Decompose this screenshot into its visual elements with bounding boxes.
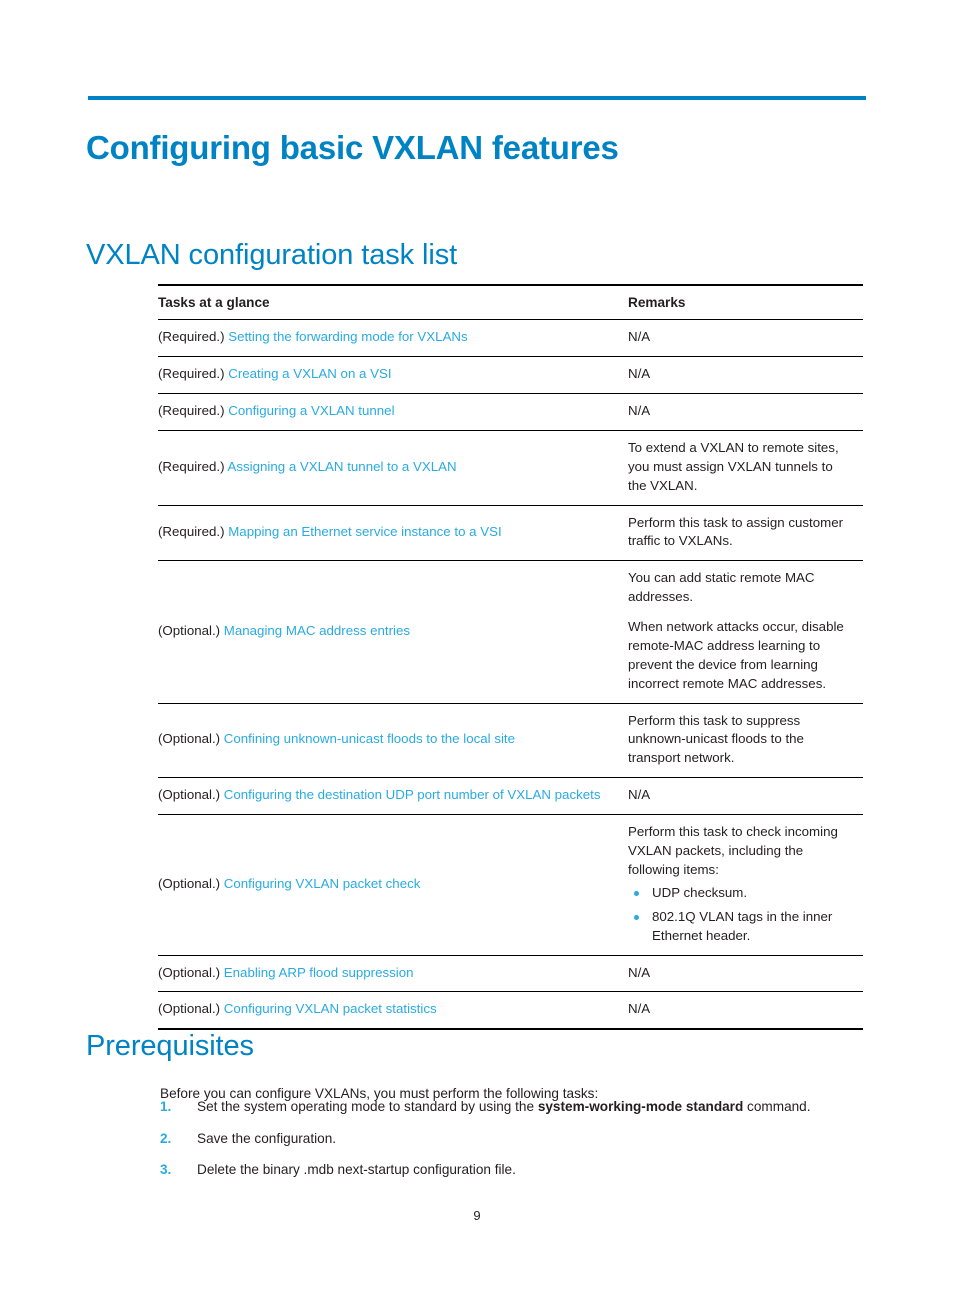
task-requirement-label: (Optional.) — [158, 622, 221, 638]
table-row: (Required.) Setting the forwarding mode … — [158, 319, 863, 358]
list-item-label: 802.1Q VLAN tags in the inner Ethernet h… — [652, 909, 833, 943]
task-cell: (Optional.) Configuring the destination … — [158, 777, 628, 816]
prerequisites-step-list: 1. Set the system operating mode to stan… — [160, 1097, 860, 1192]
remarks-text: Perform this task to suppress unknown-un… — [628, 712, 804, 766]
task-cell: (Optional.) Managing MAC address entries — [158, 560, 628, 704]
section-heading-task-list: VXLAN configuration task list — [86, 239, 458, 272]
remarks-text: N/A — [628, 964, 651, 980]
table-row: (Required.) Creating a VXLAN on a VSI N/… — [158, 356, 863, 395]
table-row: (Optional.) Configuring the destination … — [158, 777, 863, 816]
remarks-cell: N/A — [628, 356, 863, 395]
task-requirement-label: (Optional.) — [158, 731, 221, 747]
task-requirement-label: (Optional.) — [158, 1001, 221, 1017]
list-item: 1. Set the system operating mode to stan… — [160, 1097, 860, 1117]
remarks-cell: Perform this task to suppress unknown-un… — [628, 703, 863, 779]
remarks-text: N/A — [628, 366, 651, 382]
remarks-text: N/A — [628, 403, 651, 419]
list-item: UDP checksum. — [628, 884, 853, 903]
task-requirement-label: (Required.) — [158, 403, 225, 419]
list-item-label: UDP checksum. — [652, 884, 748, 900]
task-requirement-label: (Required.) — [158, 523, 225, 539]
table-body: (Required.) Setting the forwarding mode … — [158, 319, 863, 1031]
column-header-tasks: Tasks at a glance — [158, 284, 628, 321]
bullet-dot-icon — [634, 915, 639, 921]
table-row: (Optional.) Managing MAC address entries… — [158, 560, 863, 704]
list-item: 3. Delete the binary .mdb next-startup c… — [160, 1160, 860, 1180]
task-requirement-label: (Required.) — [158, 366, 225, 382]
remarks-cell: You can add static remote MAC addresses.… — [628, 560, 863, 704]
task-link[interactable]: Enabling ARP flood suppression — [224, 965, 414, 980]
remarks-cell: Perform this task to assign customer tra… — [628, 505, 863, 562]
task-link[interactable]: Configuring VXLAN packet statistics — [224, 1001, 437, 1016]
table-row: (Optional.) Configuring VXLAN packet che… — [158, 814, 863, 956]
task-cell: (Required.) Mapping an Ethernet service … — [158, 505, 628, 562]
step-text-before: Save the configuration. — [197, 1130, 337, 1146]
task-cell: (Required.) Setting the forwarding mode … — [158, 319, 628, 358]
remarks-cell: N/A — [628, 955, 863, 993]
list-item: 2. Save the configuration. — [160, 1129, 860, 1149]
task-requirement-label: (Required.) — [158, 458, 225, 474]
table-row: (Required.) Assigning a VXLAN tunnel to … — [158, 430, 863, 506]
task-link[interactable]: Setting the forwarding mode for VXLANs — [228, 329, 467, 344]
task-cell: (Optional.) Confining unknown-unicast fl… — [158, 703, 628, 779]
remarks-text: N/A — [628, 1001, 651, 1017]
remarks-text: N/A — [628, 787, 651, 803]
step-text-before: Set the system operating mode to standar… — [197, 1099, 538, 1114]
page-number: 9 — [473, 1208, 481, 1223]
command-name: system-working-mode standard — [537, 1099, 744, 1114]
remarks-cell: N/A — [628, 777, 863, 816]
task-requirement-label: (Required.) — [158, 329, 225, 345]
section-heading-prerequisites: Prerequisites — [86, 1030, 254, 1063]
task-cell: (Optional.) Enabling ARP flood suppressi… — [158, 955, 628, 993]
task-link[interactable]: Creating a VXLAN on a VSI — [228, 366, 391, 381]
task-requirement-label: (Optional.) — [158, 875, 221, 891]
step-number: 1. — [160, 1099, 172, 1114]
vxlan-configuration-task-table: Tasks at a glance Remarks (Required.) Se… — [158, 284, 863, 1031]
task-cell: (Optional.) Configuring VXLAN packet sta… — [158, 991, 628, 1031]
remarks-text: To extend a VXLAN to remote sites, you m… — [628, 439, 839, 493]
remarks-cell: N/A — [628, 393, 863, 431]
step-text-before: Delete the binary .mdb next-startup conf… — [197, 1162, 516, 1178]
bullet-dot-icon — [634, 890, 639, 896]
task-requirement-label: (Optional.) — [158, 787, 221, 803]
task-cell: (Required.) Assigning a VXLAN tunnel to … — [158, 430, 628, 506]
table-row: (Optional.) Configuring VXLAN packet sta… — [158, 991, 863, 1031]
table-row: (Optional.) Confining unknown-unicast fl… — [158, 703, 863, 779]
table-row: (Optional.) Enabling ARP flood suppressi… — [158, 955, 863, 993]
table-row: (Required.) Configuring a VXLAN tunnel N… — [158, 393, 863, 431]
task-link[interactable]: Configuring VXLAN packet check — [224, 876, 421, 891]
task-requirement-label: (Optional.) — [158, 964, 221, 980]
remarks-text: You can add static remote MAC addresses. — [628, 570, 815, 605]
task-link[interactable]: Assigning a VXLAN tunnel to a VXLAN — [227, 459, 456, 474]
task-link[interactable]: Confining unknown-unicast floods to the … — [224, 731, 515, 746]
page-title: Configuring basic VXLAN features — [86, 129, 619, 167]
step-number: 2. — [160, 1130, 172, 1146]
task-cell: (Optional.) Configuring VXLAN packet che… — [158, 814, 628, 956]
step-number: 3. — [160, 1162, 172, 1178]
step-text-after: command. — [743, 1099, 811, 1114]
task-link[interactable]: Configuring a VXLAN tunnel — [228, 403, 394, 418]
remarks-cell: Perform this task to check incoming VXLA… — [628, 814, 863, 956]
table-head: Tasks at a glance Remarks — [158, 284, 863, 321]
task-link[interactable]: Mapping an Ethernet service instance to … — [228, 524, 501, 539]
column-header-remarks: Remarks — [628, 284, 863, 321]
table-row: (Required.) Mapping an Ethernet service … — [158, 505, 863, 562]
list-item: 802.1Q VLAN tags in the inner Ethernet h… — [628, 908, 853, 945]
remarks-text: When network attacks occur, disable remo… — [628, 619, 844, 691]
table-header-row: Tasks at a glance Remarks — [158, 284, 863, 321]
remarks-text: Perform this task to check incoming VXLA… — [628, 824, 838, 877]
task-cell: (Required.) Creating a VXLAN on a VSI — [158, 356, 628, 395]
remarks-text: N/A — [628, 329, 651, 345]
remarks-text: Perform this task to assign customer tra… — [628, 514, 844, 549]
remarks-bullet-list: UDP checksum. 802.1Q VLAN tags in the in… — [628, 884, 853, 946]
task-link[interactable]: Managing MAC address entries — [224, 623, 410, 638]
task-link[interactable]: Configuring the destination UDP port num… — [224, 787, 601, 802]
task-cell: (Required.) Configuring a VXLAN tunnel — [158, 393, 628, 431]
remarks-cell: N/A — [628, 991, 863, 1031]
remarks-cell: N/A — [628, 319, 863, 358]
document-page: Configuring basic VXLAN features VXLAN c… — [0, 0, 954, 1296]
title-divider-rule — [88, 96, 866, 100]
remarks-cell: To extend a VXLAN to remote sites, you m… — [628, 430, 863, 506]
